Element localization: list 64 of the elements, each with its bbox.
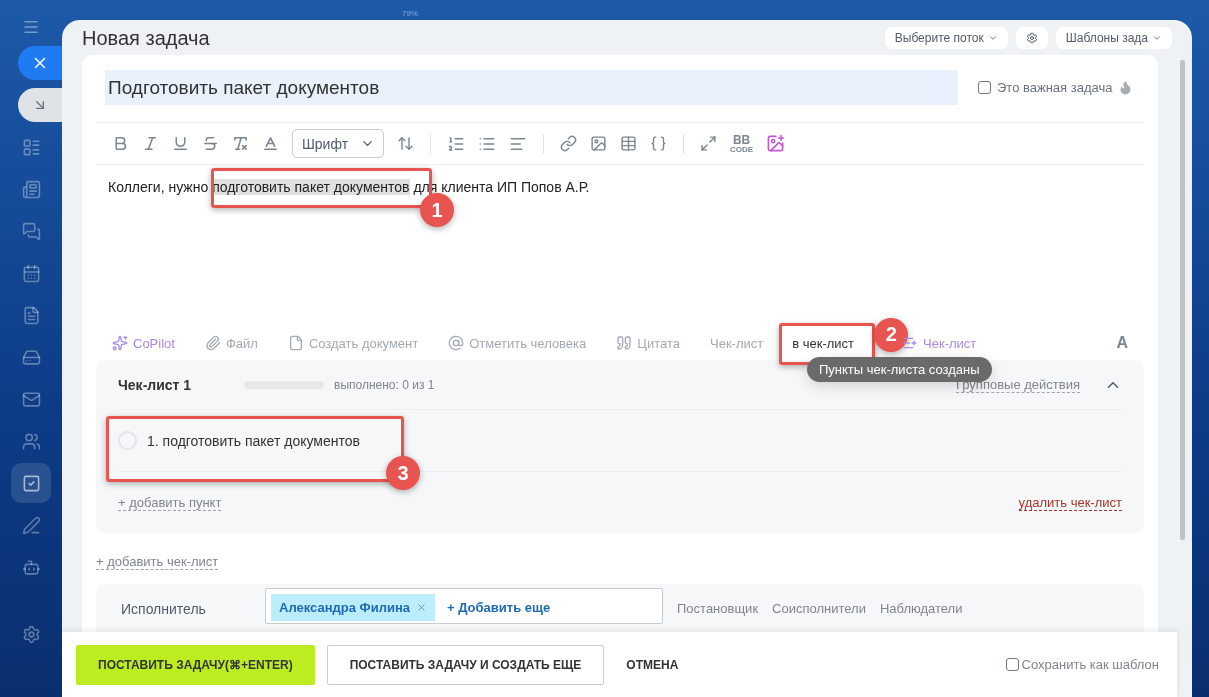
role-link[interactable]: Наблюдатели — [879, 588, 963, 616]
action-button[interactable]: CoPilot — [112, 335, 175, 351]
assignee-label: Исполнитель — [121, 600, 207, 617]
submit-button[interactable]: ПОСТАВИТЬ ЗАДАЧУ(⌘+ENTER) — [76, 644, 315, 685]
action-button[interactable]: Цитата — [616, 335, 680, 351]
task-title-field[interactable]: Подготовить пакет документов — [105, 70, 958, 105]
action-button[interactable]: Отметить человека — [448, 335, 587, 351]
assignee-chip[interactable]: Александра Филина — [271, 594, 435, 621]
role-link[interactable]: Постановщик — [677, 588, 759, 616]
italic-icon[interactable] — [142, 135, 159, 152]
assignee-field[interactable]: Александра Филина + Добавить еще — [265, 588, 663, 624]
cancel-button[interactable]: ОТМЕНА — [616, 644, 689, 685]
group-actions-link[interactable]: Групповые действия — [955, 376, 1080, 393]
menu-icon[interactable] — [22, 18, 40, 36]
settings-button[interactable] — [1015, 26, 1048, 49]
bold-icon[interactable] — [112, 135, 129, 152]
code-icon[interactable] — [650, 135, 668, 152]
table-icon[interactable] — [620, 135, 638, 152]
remove-icon — [415, 602, 427, 613]
file-icon — [204, 335, 221, 351]
callout-number: 3 — [386, 456, 420, 490]
close-button[interactable] — [18, 46, 62, 80]
text-size-button[interactable]: A — [1116, 334, 1128, 352]
callout-number: 2 — [874, 317, 909, 352]
bbcode-button[interactable]: BB CODE — [730, 133, 754, 154]
image-icon[interactable] — [590, 135, 608, 152]
action-button[interactable]: в чек-лист — [782, 335, 865, 351]
role-link[interactable]: Соисполнители — [772, 588, 866, 616]
image-sparkle-icon[interactable] — [766, 134, 786, 153]
text-color-icon[interactable] — [262, 135, 279, 152]
page-title: Новая задача — [82, 25, 210, 51]
flow-select[interactable]: Выберите поток — [884, 26, 1008, 49]
progress-text: выполнено: 0 из 1 — [334, 377, 435, 392]
checklist-title: Чек-лист 1 — [118, 376, 193, 393]
strikethrough-icon[interactable] — [202, 135, 219, 152]
numbered-list-icon[interactable] — [447, 134, 466, 153]
settings-icon — [1025, 31, 1038, 44]
save-template-label: Сохранить как шаблон — [1021, 657, 1159, 672]
minimize-button[interactable] — [18, 88, 62, 122]
fullscreen-icon[interactable] — [700, 135, 718, 152]
submit-and-new-button[interactable]: ПОСТАВИТЬ ЗАДАЧУ И СОЗДАТЬ ЕЩЕ — [326, 644, 605, 685]
checklist-item: 1. подготовить пакет документов — [147, 432, 360, 449]
important-label: Это важная задача — [997, 80, 1113, 95]
action-button[interactable]: Чек-лист — [710, 335, 764, 351]
important-checkbox[interactable] — [978, 81, 991, 94]
action-button[interactable]: Файл — [204, 335, 258, 351]
templates-button[interactable]: Шаблоны зада — [1055, 26, 1172, 49]
underline-icon[interactable] — [172, 135, 189, 152]
font-select[interactable]: Шрифт — [292, 129, 385, 158]
mention-icon — [448, 335, 465, 351]
font-size-icon[interactable] — [397, 135, 415, 152]
add-item-link[interactable]: + добавить пункт — [118, 495, 222, 511]
zoom-label: 79% — [402, 9, 418, 18]
link-icon[interactable] — [560, 135, 578, 152]
delete-checklist-link[interactable]: удалить чек-лист — [1018, 495, 1122, 511]
add-more-link[interactable]: + Добавить еще — [446, 594, 551, 615]
clear-format-icon[interactable] — [232, 135, 249, 152]
action-button[interactable]: Создать документ — [287, 335, 419, 351]
save-template-checkbox[interactable] — [1005, 658, 1019, 671]
add-checklist-link[interactable]: + добавить чек-лист — [96, 554, 219, 570]
tooltip: Пункты чек-листа созданы — [807, 357, 992, 382]
quote-icon — [616, 335, 633, 351]
tasks-icon[interactable] — [11, 463, 51, 503]
document-icon — [287, 335, 304, 351]
